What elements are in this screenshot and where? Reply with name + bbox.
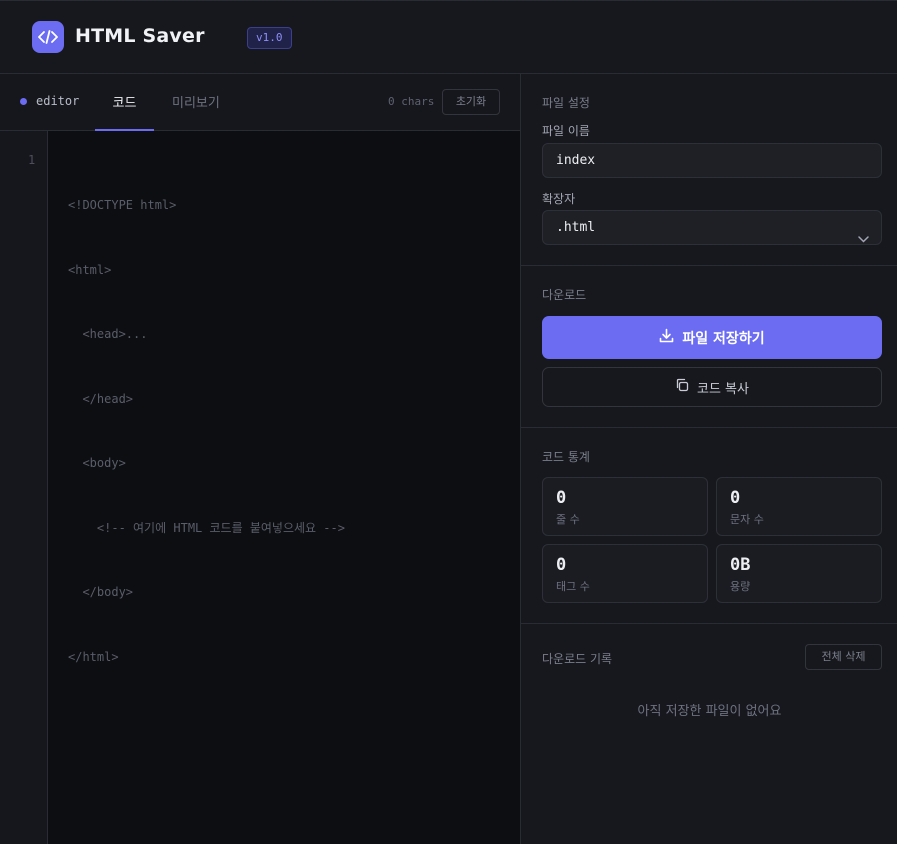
download-title: 다운로드 bbox=[542, 288, 587, 302]
stat-card-size: 0B 용량 bbox=[716, 544, 882, 603]
stat-value: 0B bbox=[730, 555, 751, 575]
copy-code-button[interactable]: 코드 복사 bbox=[542, 367, 882, 407]
divider bbox=[521, 427, 897, 428]
stats-title: 코드 통계 bbox=[542, 450, 590, 464]
divider bbox=[521, 623, 897, 624]
extension-value: .html bbox=[556, 220, 596, 235]
history-empty-message: 아직 저장한 파일이 없어요 bbox=[637, 704, 782, 719]
app-title: HTML Saver bbox=[75, 25, 205, 47]
code-editor[interactable]: <!DOCTYPE html> <html> <head>... </head>… bbox=[68, 152, 345, 711]
copy-code-label: 코드 복사 bbox=[697, 381, 749, 397]
history-title: 다운로드 기록 bbox=[542, 652, 613, 666]
line-number: 1 bbox=[28, 153, 36, 167]
tab-code[interactable]: 코드 bbox=[95, 92, 154, 131]
clear-all-button[interactable]: 전체 삭제 bbox=[805, 644, 882, 670]
save-file-button[interactable]: 파일 저장하기 bbox=[542, 316, 882, 359]
stat-label: 태그 수 bbox=[556, 580, 590, 593]
char-count: 0 chars bbox=[388, 95, 435, 108]
download-icon bbox=[659, 328, 674, 347]
file-name-input[interactable]: index bbox=[542, 143, 882, 178]
stat-value: 0 bbox=[730, 488, 741, 508]
stat-card-tags: 0 태그 수 bbox=[542, 544, 708, 603]
editor-label: editor bbox=[36, 94, 80, 108]
editor-tab-bar: editor 코드 미리보기 0 chars 초기화 bbox=[0, 74, 520, 131]
code-line: <head>... bbox=[68, 327, 148, 341]
stat-value: 0 bbox=[556, 488, 567, 508]
extension-label: 확장자 bbox=[542, 192, 576, 206]
chevron-down-icon bbox=[858, 223, 869, 256]
code-line: </html> bbox=[68, 649, 119, 664]
stat-card-lines: 0 줄 수 bbox=[542, 477, 708, 536]
stat-label: 용량 bbox=[730, 580, 751, 593]
divider bbox=[521, 265, 897, 266]
stat-value: 0 bbox=[556, 555, 567, 575]
code-icon bbox=[32, 21, 64, 53]
code-line: <body> bbox=[68, 456, 126, 470]
code-line: <!DOCTYPE html> bbox=[68, 198, 177, 212]
app-header: HTML Saver v1.0 bbox=[0, 0, 897, 74]
copy-icon bbox=[675, 378, 689, 396]
stat-label: 줄 수 bbox=[556, 513, 580, 526]
editor-panel: editor 코드 미리보기 0 chars 초기화 1 <!DOCTYPE h… bbox=[0, 74, 520, 844]
settings-panel: 파일 설정 파일 이름 index 확장자 .html 다운로드 파일 저장하기… bbox=[520, 74, 897, 844]
version-badge: v1.0 bbox=[247, 27, 292, 49]
extension-select[interactable]: .html bbox=[542, 210, 882, 245]
code-line: </head> bbox=[68, 391, 134, 406]
line-gutter: 1 bbox=[0, 131, 48, 844]
save-file-label: 파일 저장하기 bbox=[682, 330, 765, 347]
code-line: </body> bbox=[68, 585, 134, 599]
reset-button[interactable]: 초기화 bbox=[442, 89, 500, 115]
file-settings-title: 파일 설정 bbox=[542, 96, 590, 110]
code-line: <!-- 여기에 HTML 코드를 붙여넣으세요 --> bbox=[68, 520, 345, 535]
code-line: <html> bbox=[68, 262, 112, 277]
status-dot bbox=[20, 98, 27, 105]
stat-label: 문자 수 bbox=[730, 513, 764, 526]
file-name-label: 파일 이름 bbox=[542, 124, 590, 138]
stat-card-chars: 0 문자 수 bbox=[716, 477, 882, 536]
tab-preview[interactable]: 미리보기 bbox=[172, 92, 220, 131]
